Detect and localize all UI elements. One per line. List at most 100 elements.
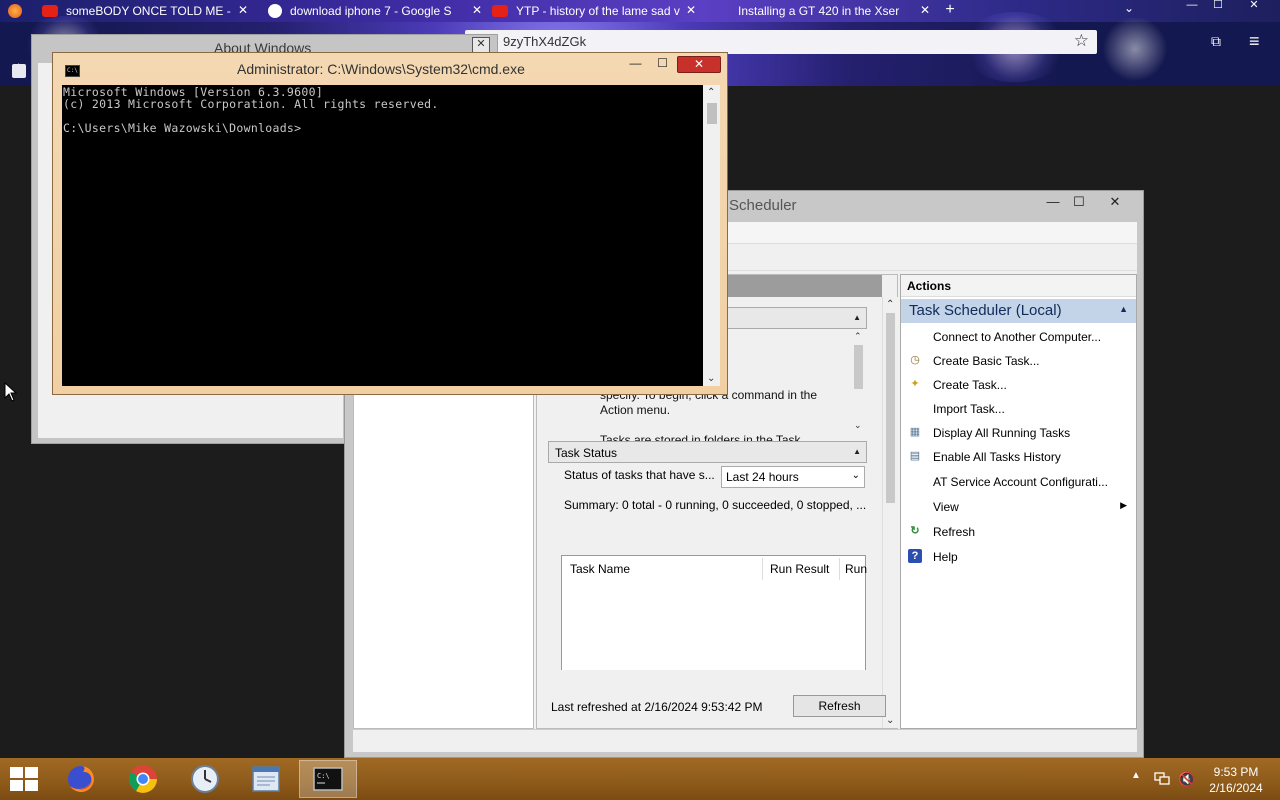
cmd-maximize-button[interactable]: ☐ [650,56,675,73]
console-prompt: C:\Users\Mike Wazowski\Downloads> [63,121,302,135]
scrollbar-thumb[interactable] [886,313,895,503]
browser-tab-3[interactable]: YTP - history of the lame sad v ✕ [486,0,698,22]
ts-status-bar [353,729,1137,752]
cmd-app-icon[interactable]: C:\ [65,65,80,77]
hamburger-menu-icon[interactable]: ≡ [1249,31,1260,52]
action-create-basic-task[interactable]: ◷ Create Basic Task... [901,349,1136,373]
task-summary-text: Summary: 0 total - 0 running, 0 succeede… [564,498,867,512]
collapse-icon[interactable]: ▲ [853,313,861,322]
bookmark-star-icon[interactable]: ☆ [1074,31,1089,51]
create-task-icon: ✦ [910,378,920,390]
home-page-icon[interactable] [12,64,26,78]
cmd-scrollbar[interactable]: ⌃ ⌄ [703,85,720,386]
action-at-service-account-configuration[interactable]: AT Service Account Configurati... [901,470,1136,494]
action-label: Create Basic Task... [933,354,1040,368]
extension-icon[interactable]: ⧉ [1211,33,1229,51]
taskbar-cmd-app[interactable]: C:\ [299,760,357,798]
actions-group-task-scheduler-local[interactable]: Task Scheduler (Local) ▲ [901,299,1136,323]
chevron-down-icon: ⌄ [851,470,860,481]
submenu-arrow-icon: ▶ [1120,500,1127,510]
action-label: Help [933,550,958,564]
cmd-window: C:\ Administrator: C:\Windows\System32\c… [52,52,728,395]
scrollbar-thumb[interactable] [707,103,717,124]
browser-tab-1[interactable]: someBODY ONCE TOLD ME - ✕ [0,0,250,22]
center-pane-scrollbar[interactable]: ⌃ ⌄ [882,297,898,728]
tab-close-icon[interactable]: ✕ [236,3,250,17]
action-enable-all-tasks-history[interactable]: ▤ Enable All Tasks History [901,445,1136,469]
volume-muted-icon[interactable]: 🔇 [1178,771,1195,788]
action-label: AT Service Account Configurati... [933,475,1108,489]
about-windows-close-button[interactable]: ✕ [472,37,490,53]
firework-decoration [1100,14,1170,84]
browser-close-button[interactable]: ✕ [1242,0,1266,12]
scroll-up-icon[interactable]: ⌃ [854,331,862,342]
tab-list-dropdown-icon[interactable]: ⌄ [1124,1,1134,15]
action-label: Connect to Another Computer... [933,330,1102,344]
taskbar: C:\ ▲ 🔇 9:53 PM 2/16/2024 [0,758,1280,800]
action-create-task[interactable]: ✦ Create Task... [901,373,1136,397]
cmd-close-button[interactable]: ✕ [677,56,721,73]
action-label: Display All Running Tasks [933,426,1071,440]
scroll-up-icon[interactable]: ⌃ [886,299,894,310]
show-hidden-icons-button[interactable]: ▲ [1131,770,1141,781]
browser-minimize-button[interactable]: — [1180,0,1204,12]
firefox-icon [8,4,22,18]
google-favicon-icon [268,4,282,18]
tab-close-icon[interactable]: ✕ [918,3,932,17]
action-connect-to-another-computer[interactable]: Connect to Another Computer... [901,325,1136,349]
refresh-button[interactable]: Refresh [793,695,886,717]
task-scheduler-title: Scheduler [729,197,797,214]
column-header-run[interactable]: Run [845,562,867,576]
task-status-table[interactable]: Task Name Run Result Run [561,555,867,670]
ts-close-button[interactable]: ✕ [1097,194,1133,211]
scrollbar-thumb[interactable] [854,345,863,389]
actions-group-label: Task Scheduler (Local) [909,302,1062,319]
action-help[interactable]: ? Help [901,545,1136,569]
status-period-select[interactable]: Last 24 hours ⌄ [721,466,865,488]
action-refresh[interactable]: ↻ Refresh [901,520,1136,544]
windows-start-button[interactable] [10,767,38,791]
scroll-down-icon[interactable]: ⌄ [854,420,862,431]
tab-close-icon[interactable]: ✕ [470,3,484,17]
firefox-corner-icon [0,0,30,22]
scroll-down-icon[interactable]: ⌄ [886,715,894,726]
overview-spacer [600,418,840,433]
overview-line: Action menu. [600,403,671,417]
tab-close-icon[interactable]: ✕ [684,3,698,17]
taskbar-clock-app[interactable] [176,760,234,798]
action-label: Enable All Tasks History [933,450,1061,464]
task-status-header[interactable]: Task Status ▲ [548,441,867,463]
last-refreshed-text: Last refreshed at 2/16/2024 9:53:42 PM [551,700,763,714]
column-header-run-result[interactable]: Run Result [770,562,829,576]
taskbar-chrome[interactable] [114,760,172,798]
status-select-value: Last 24 hours [726,470,799,484]
collapse-icon[interactable]: ▲ [853,447,861,456]
browser-tab-4[interactable]: Installing a GT 420 in the Xser ✕ [710,0,932,22]
action-import-task[interactable]: Import Task... [901,397,1136,421]
start-logo-pane [25,780,38,791]
cmd-minimize-button[interactable]: — [623,56,648,73]
scroll-up-icon[interactable]: ⌃ [707,87,715,98]
taskbar-notepad-app[interactable] [237,760,295,798]
system-clock[interactable]: 9:53 PM 2/16/2024 [1200,764,1272,796]
network-icon[interactable] [1154,772,1170,786]
tasks-history-icon: ▤ [909,450,921,462]
browser-tab-2[interactable]: download iphone 7 - Google S ✕ [262,0,484,22]
url-bar[interactable]: 9zyThX4dZGk ☆ [465,30,1097,54]
collapse-icon[interactable]: ▲ [1119,304,1128,314]
overview-scrollbar[interactable]: ⌃ ⌄ [850,329,866,433]
new-tab-button[interactable]: + [942,0,958,20]
browser-maximize-button[interactable]: ☐ [1206,0,1230,12]
ts-minimize-button[interactable]: — [1039,194,1067,211]
action-view[interactable]: View ▶ [901,495,1136,519]
notepad-icon [252,766,280,792]
action-display-all-running-tasks[interactable]: ▦ Display All Running Tasks [901,421,1136,445]
taskbar-firefox[interactable] [52,760,110,798]
cmd-console[interactable]: Microsoft Windows [Version 6.3.9600] (c)… [62,85,703,386]
scroll-down-icon[interactable]: ⌄ [707,373,715,384]
help-icon: ? [908,549,922,563]
task-status-title: Task Status [555,446,618,460]
column-header-task-name[interactable]: Task Name [570,562,630,576]
ts-maximize-button[interactable]: ☐ [1065,194,1093,211]
cmd-icon: C:\ [313,767,343,791]
